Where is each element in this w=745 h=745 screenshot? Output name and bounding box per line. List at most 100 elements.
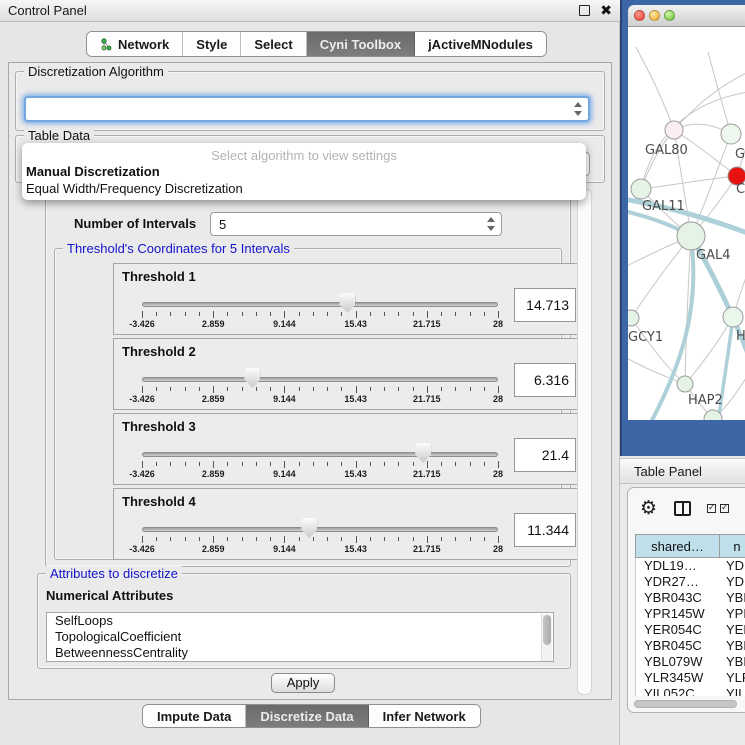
- minimize-traffic-light-icon[interactable]: [649, 10, 660, 21]
- checkbox-icon[interactable]: [707, 504, 716, 513]
- network-node[interactable]: [677, 376, 693, 392]
- cell-shared-name: YER054C: [636, 622, 720, 638]
- threshold-value-field[interactable]: 6.316: [514, 363, 576, 397]
- threshold-slider-handle[interactable]: [339, 293, 355, 313]
- network-edge[interactable]: [631, 236, 691, 318]
- table-row[interactable]: YIL052CYIL0: [636, 686, 745, 696]
- number-of-intervals-combobox[interactable]: 5: [210, 212, 502, 236]
- threshold-slider-track[interactable]: [142, 452, 498, 457]
- column-header-name[interactable]: n: [720, 535, 745, 557]
- node-table: shared… n YDL19…YDL1YDR27…YDR2YBR043CYBR…: [635, 534, 745, 696]
- table-row[interactable]: YDR27…YDR2: [636, 574, 745, 590]
- tick-mark: [313, 387, 314, 391]
- network-canvas[interactable]: GAL80GCGAL11GAL4GCY1HHAP2: [628, 27, 745, 420]
- tick-label: 9.144: [273, 544, 296, 554]
- network-edge[interactable]: [636, 47, 674, 130]
- tick-mark: [370, 312, 371, 316]
- network-edge[interactable]: [674, 72, 745, 130]
- threshold-panel-4: Threshold 4-3.4262.8599.14415.4321.71528…: [113, 488, 587, 560]
- node-label: GAL11: [642, 199, 685, 214]
- numerical-attributes-list[interactable]: SelfLoopsTopologicalCoefficientBetweenne…: [46, 612, 554, 662]
- close-traffic-light-icon[interactable]: [634, 10, 645, 21]
- network-node[interactable]: [631, 179, 651, 199]
- network-node[interactable]: [721, 124, 741, 144]
- network-node[interactable]: [723, 307, 743, 327]
- threshold-value-field[interactable]: 21.4: [514, 438, 576, 472]
- tab-discretize-data[interactable]: Discretize Data: [246, 705, 368, 727]
- tick-label: 28: [493, 394, 503, 404]
- tick-mark: [341, 462, 342, 466]
- tick-mark: [498, 461, 499, 468]
- tick-mark: [470, 462, 471, 466]
- table-row[interactable]: YER054CYER0: [636, 622, 745, 638]
- tab-network[interactable]: Network: [87, 32, 183, 56]
- tick-label: 28: [493, 319, 503, 329]
- network-node[interactable]: [677, 222, 705, 250]
- popup-item[interactable]: Manual Discretization: [22, 163, 586, 180]
- main-scrollbar-track[interactable]: [577, 189, 592, 695]
- network-edge[interactable]: [631, 318, 685, 384]
- tab-label: Cyni Toolbox: [320, 37, 401, 52]
- network-edge-highlighted[interactable]: [650, 236, 693, 420]
- tick-mark: [441, 387, 442, 391]
- popup-item[interactable]: Equal Width/Frequency Discretization: [22, 180, 586, 197]
- tick-label: -3.426: [129, 469, 155, 479]
- attribute-list-item[interactable]: TopologicalCoefficient: [47, 629, 553, 645]
- table-row[interactable]: YBL079WYBL0: [636, 654, 745, 670]
- tab-impute-data[interactable]: Impute Data: [143, 705, 246, 727]
- table-row[interactable]: YLR345WYLR3: [636, 670, 745, 686]
- table-row[interactable]: YPR145WYPR1: [636, 606, 745, 622]
- tab-label: jActiveMNodules: [428, 37, 533, 52]
- checkbox-icon[interactable]: [720, 504, 729, 513]
- table-row[interactable]: YBR043CYBR0: [636, 590, 745, 606]
- column-header-shared[interactable]: shared…: [636, 535, 720, 557]
- network-icon: [100, 38, 113, 51]
- tick-mark: [313, 537, 314, 541]
- network-edge[interactable]: [641, 176, 737, 189]
- table-row[interactable]: YDL19…YDL1: [636, 558, 745, 574]
- attributes-group-label: Attributes to discretize: [46, 566, 182, 581]
- tick-label: 15.43: [344, 319, 367, 329]
- zoom-traffic-light-icon[interactable]: [664, 10, 675, 21]
- threshold-slider-track[interactable]: [142, 302, 498, 307]
- table-panel-toolbar: ⚙: [636, 494, 745, 522]
- apply-button[interactable]: Apply: [271, 673, 335, 693]
- tab-label: Impute Data: [157, 709, 231, 724]
- tab-style[interactable]: Style: [183, 32, 241, 56]
- threshold-slider-handle[interactable]: [301, 518, 317, 538]
- network-edge[interactable]: [708, 52, 731, 134]
- attributes-scrollbar[interactable]: [541, 614, 552, 662]
- tab-select[interactable]: Select: [241, 32, 306, 56]
- columns-icon[interactable]: [674, 501, 691, 516]
- tick-mark: [156, 462, 157, 466]
- algorithm-combobox[interactable]: [24, 96, 590, 122]
- threshold-slider-handle[interactable]: [244, 368, 260, 388]
- tick-mark: [199, 387, 200, 391]
- node-label: C: [736, 182, 745, 197]
- numerical-attributes-label: Numerical Attributes: [46, 588, 173, 603]
- tick-mark: [284, 311, 285, 318]
- tick-mark: [170, 462, 171, 466]
- tab-jactivemnodules[interactable]: jActiveMNodules: [415, 32, 546, 56]
- threshold-value-field[interactable]: 11.344: [514, 513, 576, 547]
- gear-icon[interactable]: ⚙: [640, 497, 657, 520]
- network-node[interactable]: [628, 310, 639, 326]
- threshold-slider-handle[interactable]: [415, 443, 431, 463]
- float-window-icon[interactable]: [579, 5, 590, 16]
- close-icon[interactable]: ✖: [600, 5, 612, 16]
- threshold-slider-track[interactable]: [142, 377, 498, 382]
- tick-mark: [156, 312, 157, 316]
- cell-name: YDR2: [720, 574, 745, 590]
- threshold-value-field[interactable]: 14.713: [514, 288, 576, 322]
- network-node[interactable]: [665, 121, 683, 139]
- table-hscrollbar-thumb[interactable]: [634, 700, 737, 708]
- tick-mark: [370, 462, 371, 466]
- threshold-title: Threshold 4: [122, 494, 196, 509]
- threshold-slider-track[interactable]: [142, 527, 498, 532]
- table-row[interactable]: YBR045CYBR0: [636, 638, 745, 654]
- tab-cyni-toolbox[interactable]: Cyni Toolbox: [307, 32, 415, 56]
- attribute-list-item[interactable]: SelfLoops: [47, 613, 553, 629]
- tab-infer-network[interactable]: Infer Network: [369, 705, 480, 727]
- table-hscrollbar[interactable]: [634, 700, 745, 708]
- attribute-list-item[interactable]: BetweennessCentrality: [47, 645, 553, 661]
